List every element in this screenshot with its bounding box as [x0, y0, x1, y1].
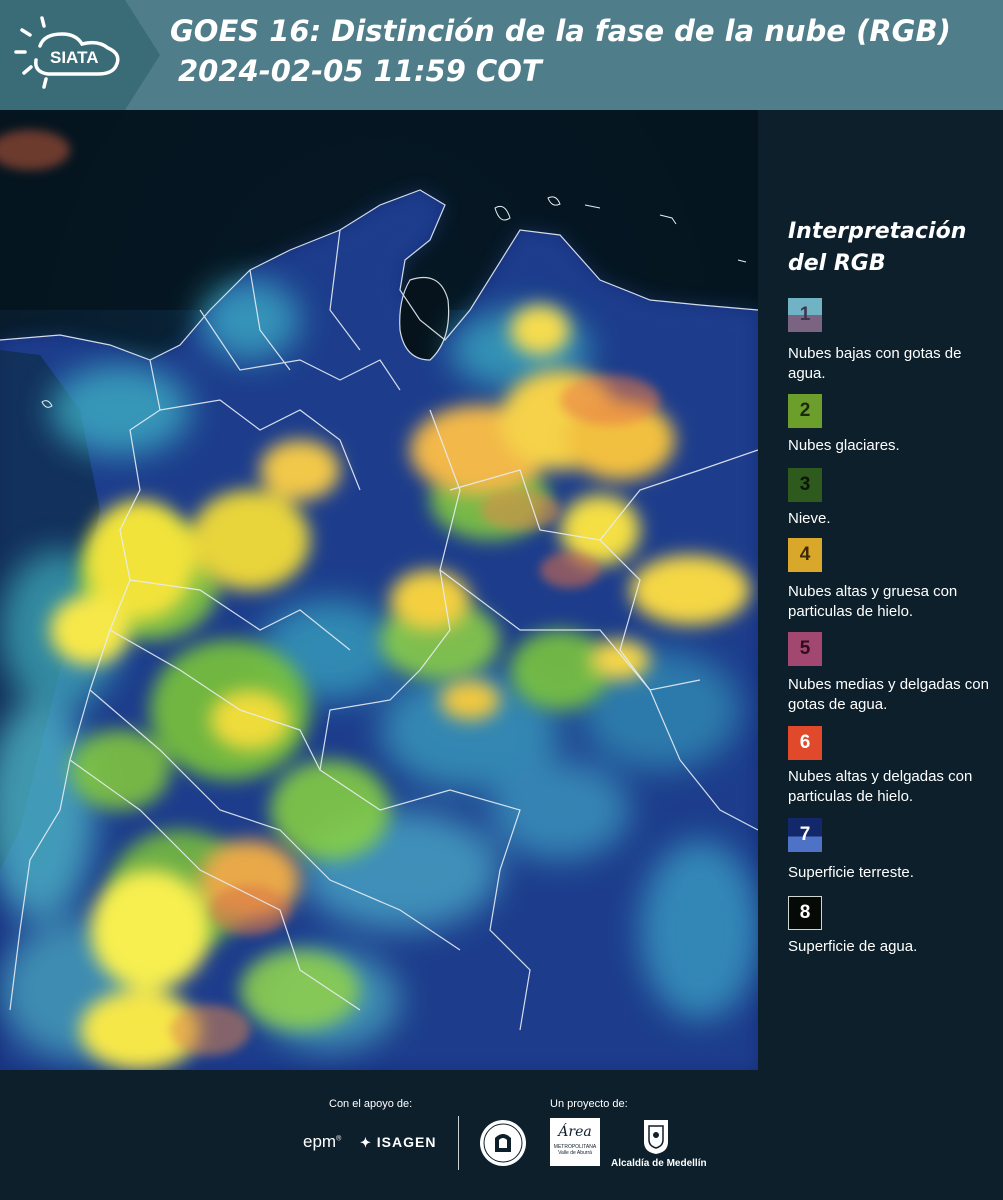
area-metropolitana-logo: Área METROPOLITANA Valle de Aburrá — [550, 1118, 600, 1166]
legend-title: Interpretación del RGB — [788, 219, 967, 276]
legend-label-1: Nubes bajas con gotas de agua. — [788, 345, 962, 382]
isagen-logo: ✦ ISAGEN — [360, 1134, 437, 1150]
alcaldia-shield-icon — [644, 1120, 668, 1154]
page-title: GOES 16: Distinción de la fase de la nub… — [170, 14, 951, 48]
svg-text:SIATA: SIATA — [50, 48, 98, 67]
legend-swatch-8: 8 — [788, 896, 822, 930]
legend-label-3: Nieve. — [788, 510, 831, 527]
legend-swatch-1: 1 — [788, 298, 822, 332]
legend-label-2: Nubes glaciares. — [788, 437, 900, 454]
legend-number-5: 5 — [799, 638, 811, 659]
legend-swatch-2: 2 — [788, 394, 822, 428]
legend-swatch-7: 7 — [788, 818, 822, 852]
legend-number-6: 6 — [799, 732, 811, 753]
legend-panel: Interpretación del RGB 1 Nubes bajas con… — [758, 110, 1003, 1070]
project-label: Un proyecto de: — [550, 1098, 628, 1110]
medellin-seal-icon — [480, 1120, 526, 1166]
legend-label-7: Superficie terreste. — [788, 864, 914, 881]
isagen-logo-text: ISAGEN — [376, 1134, 437, 1150]
legend-label-6: Nubes altas y delgadas con particulas de… — [788, 768, 973, 805]
siata-logo: SIATA — [0, 0, 160, 110]
legend-number-8: 8 — [799, 902, 811, 923]
legend-number-4: 4 — [799, 544, 811, 565]
support-label: Con el apoyo de: — [329, 1098, 413, 1110]
legend-swatch-6: 6 — [788, 726, 822, 760]
legend-swatch-5: 5 — [788, 632, 822, 666]
epm-logo-text: epm — [303, 1132, 337, 1151]
legend-swatch-4: 4 — [788, 538, 822, 572]
legend-label-4: Nubes altas y gruesa con particulas de h… — [788, 583, 958, 620]
legend-number-3: 3 — [799, 474, 811, 495]
legend-number-1: 1 — [799, 304, 811, 325]
legend-label-8: Superficie de agua. — [788, 938, 918, 955]
footer-divider — [458, 1116, 459, 1170]
epm-logo: epm® — [303, 1132, 342, 1151]
legend-number-2: 2 — [799, 400, 811, 421]
legend-number-7: 7 — [799, 824, 811, 845]
legend-swatch-3: 3 — [788, 468, 822, 502]
footer-bar: Con el apoyo de: Un proyecto de: epm® ✦ … — [0, 1070, 1003, 1200]
page-timestamp: 2024-02-05 11:59 COT — [178, 54, 542, 88]
satellite-rgb-map — [0, 110, 758, 1070]
legend-label-5: Nubes medias y delgadas con gotas de agu… — [788, 676, 989, 713]
alcaldia-text: Alcaldía de Medellín — [611, 1158, 707, 1169]
header-bar: SIATA GOES 16: Distinción de la fase de … — [0, 0, 1003, 110]
